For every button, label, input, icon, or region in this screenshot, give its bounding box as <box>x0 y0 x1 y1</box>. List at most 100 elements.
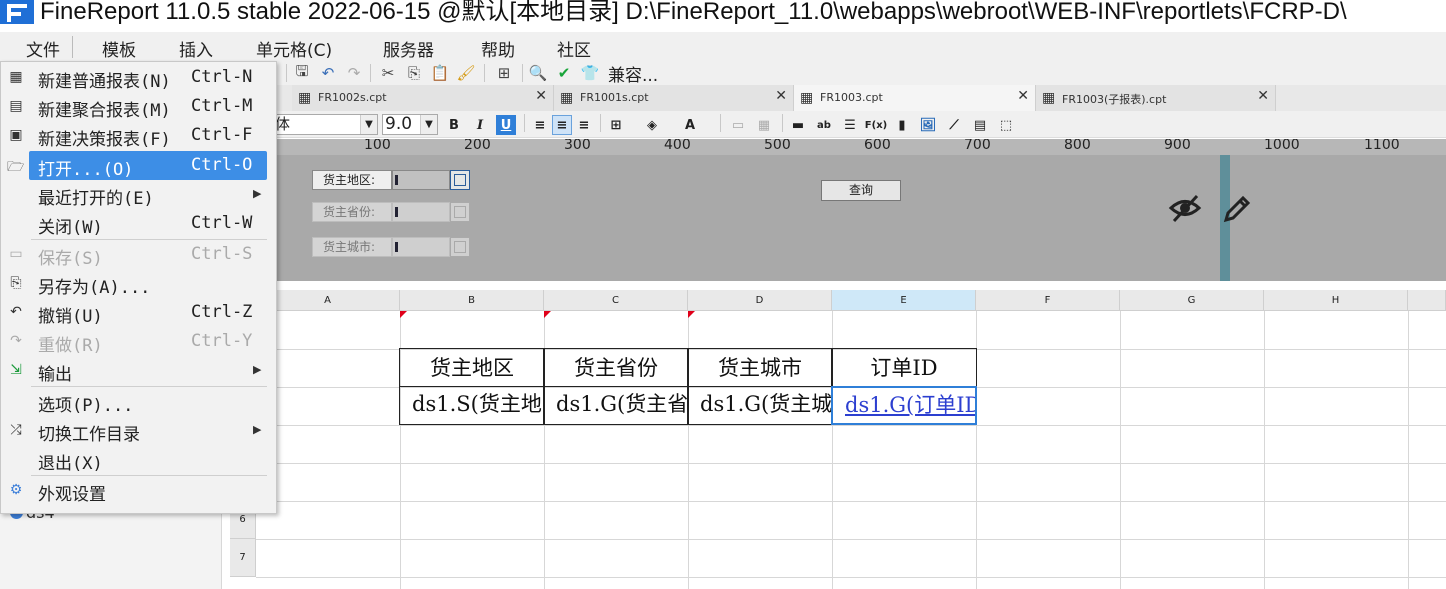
preview-icon[interactable]: ⊞ <box>494 63 514 83</box>
subreport-icon[interactable]: ▤ <box>970 115 990 135</box>
eye-slash-icon[interactable] <box>1168 191 1202 225</box>
slash-icon[interactable]: ⟋ <box>944 115 964 135</box>
close-icon[interactable]: ✕ <box>535 88 547 104</box>
menu-insert[interactable]: 插入 <box>179 36 213 61</box>
table-icon: ▦ <box>298 90 312 106</box>
cell-b4[interactable]: ds1.S(货主地区) <box>399 386 545 425</box>
tab-fr1002s[interactable]: ▦ FR1002s.cpt ✕ <box>292 85 554 111</box>
column-header-c[interactable]: C <box>544 290 688 311</box>
chevron-down-icon[interactable]: ▼ <box>420 115 437 134</box>
tab-fr1003[interactable]: ▦ FR1003.cpt ✕ <box>794 85 1036 111</box>
tab-fr1001s[interactable]: ▦ FR1001s.cpt ✕ <box>554 85 794 111</box>
compat-button[interactable]: 兼容... <box>608 61 658 86</box>
cell-e4[interactable]: ds1.G(订单ID) <box>831 386 977 425</box>
check-icon[interactable]: ✔ <box>554 63 574 83</box>
menu-community[interactable]: 社区 <box>557 36 591 61</box>
menu-server[interactable]: 服务器 <box>383 36 434 61</box>
menu-redo[interactable]: ↷ 重做(R) Ctrl-Y <box>1 327 276 356</box>
toolbar-separator <box>600 114 601 132</box>
param-input-region[interactable] <box>392 170 450 190</box>
menu-template[interactable]: 模板 <box>102 36 136 61</box>
menu-undo[interactable]: ↶ 撤销(U) Ctrl-Z <box>1 298 276 327</box>
dropdown-icon[interactable] <box>450 202 470 222</box>
cut-icon[interactable]: ✂ <box>378 63 398 83</box>
merge-cells-icon[interactable]: ▭ <box>728 115 748 135</box>
column-header-a[interactable]: A <box>256 290 400 311</box>
file-menu: ▦ 新建普通报表(N) Ctrl-N ▤ 新建聚合报表(M) Ctrl-M ▣ … <box>0 61 277 514</box>
chart-icon[interactable]: ▮ <box>892 115 912 135</box>
menu-item-label: 最近打开的(E) <box>38 189 154 209</box>
text-icon[interactable]: ab <box>814 115 834 135</box>
column-header-i[interactable] <box>1408 290 1446 311</box>
menu-item-label: 新建决策报表(F) <box>38 130 171 150</box>
cell-b3[interactable]: 货主地区 <box>399 348 545 387</box>
more-icon[interactable]: ⬚ <box>996 115 1016 135</box>
column-header-b[interactable]: B <box>400 290 544 311</box>
menu-item-label: 外观设置 <box>38 485 106 505</box>
menu-new-aggregate-report[interactable]: ▤ 新建聚合报表(M) Ctrl-M <box>1 92 276 121</box>
menu-cell[interactable]: 单元格(C) <box>256 36 332 61</box>
copy-icon[interactable]: ⎘ <box>404 63 424 83</box>
menu-export[interactable]: ⇲ 输出 ▶ <box>1 356 276 385</box>
param-input-province[interactable] <box>392 202 450 222</box>
row-header-7[interactable]: 7 <box>230 539 256 577</box>
menu-save[interactable]: ▭ 保存(S) Ctrl-S <box>1 240 276 269</box>
dropdown-icon[interactable] <box>450 237 470 257</box>
pencil-icon[interactable] <box>1221 193 1253 225</box>
menu-exit[interactable]: 退出(X) <box>1 445 276 474</box>
close-icon[interactable]: ✕ <box>1017 88 1029 104</box>
format-brush-icon[interactable]: 🖌 <box>456 63 476 83</box>
menu-close[interactable]: 关闭(W) Ctrl-W <box>1 209 276 238</box>
column-header-f[interactable]: F <box>976 290 1120 311</box>
undo-icon[interactable]: ↶ <box>318 63 338 83</box>
align-center-icon[interactable]: ≡ <box>552 115 572 135</box>
dropdown-icon[interactable] <box>450 170 470 190</box>
cell-c3[interactable]: 货主省份 <box>543 348 689 387</box>
cell-marker <box>688 311 695 318</box>
redo-icon[interactable]: ↷ <box>344 63 364 83</box>
paragraph-icon[interactable]: ☰ <box>840 115 860 135</box>
font-color-icon[interactable]: A <box>680 115 700 135</box>
text-field-icon[interactable]: ▬ <box>788 115 808 135</box>
column-header-d[interactable]: D <box>688 290 832 311</box>
ruler-label: 100 <box>364 139 391 153</box>
menu-new-decision-report[interactable]: ▣ 新建决策报表(F) Ctrl-F <box>1 121 276 150</box>
menu-item-shortcut: Ctrl-Z <box>191 302 253 322</box>
column-header-h[interactable]: H <box>1264 290 1408 311</box>
menu-save-as[interactable]: ⎘ 另存为(A)... <box>1 269 276 298</box>
align-right-icon[interactable]: ≡ <box>574 115 594 135</box>
search-icon[interactable]: 🔍 <box>528 63 548 83</box>
fill-color-icon[interactable]: ◈ <box>642 115 662 135</box>
bold-button[interactable]: B <box>444 115 464 135</box>
menu-help[interactable]: 帮助 <box>481 36 515 61</box>
image-icon[interactable]: 🖼 <box>918 115 938 135</box>
cell-d4[interactable]: ds1.G(货主城市) <box>687 386 833 425</box>
save-icon[interactable]: 🖫 <box>292 62 312 83</box>
shirt-icon[interactable]: 👕 <box>580 63 600 83</box>
unmerge-cells-icon[interactable]: ▦ <box>754 115 774 135</box>
close-icon[interactable]: ✕ <box>775 88 787 104</box>
menu-options[interactable]: 选项(P)... <box>1 387 276 416</box>
close-icon[interactable]: ✕ <box>1257 88 1269 104</box>
menu-switch-workdir[interactable]: ⤮ 切换工作目录 ▶ <box>1 416 276 445</box>
cell-e3[interactable]: 订单ID <box>831 348 977 387</box>
border-icon[interactable]: ⊞ <box>606 115 626 135</box>
formula-icon[interactable]: F(x) <box>865 115 887 135</box>
menu-new-normal-report[interactable]: ▦ 新建普通报表(N) Ctrl-N <box>1 63 276 92</box>
cell-d3[interactable]: 货主城市 <box>687 348 833 387</box>
italic-button[interactable]: I <box>470 115 490 135</box>
paste-icon[interactable]: 📋 <box>430 63 450 83</box>
menu-file[interactable]: 文件 <box>26 36 60 61</box>
query-button[interactable]: 查询 <box>821 180 901 201</box>
cell-c4[interactable]: ds1.G(货主省份) <box>543 386 689 425</box>
menu-open[interactable]: 打开...(O) Ctrl-O <box>29 151 267 180</box>
column-header-g[interactable]: G <box>1120 290 1264 311</box>
menu-recent[interactable]: 最近打开的(E) ▶ <box>1 180 276 209</box>
chevron-down-icon[interactable]: ▼ <box>360 115 377 134</box>
column-header-e[interactable]: E <box>832 290 976 311</box>
tab-fr1003-sub[interactable]: ▦ FR1003(子报表).cpt ✕ <box>1036 85 1276 111</box>
param-input-city[interactable] <box>392 237 450 257</box>
underline-button[interactable]: U <box>496 115 516 135</box>
menu-appearance[interactable]: ⚙ 外观设置 <box>1 476 276 505</box>
align-left-icon[interactable]: ≡ <box>530 115 550 135</box>
